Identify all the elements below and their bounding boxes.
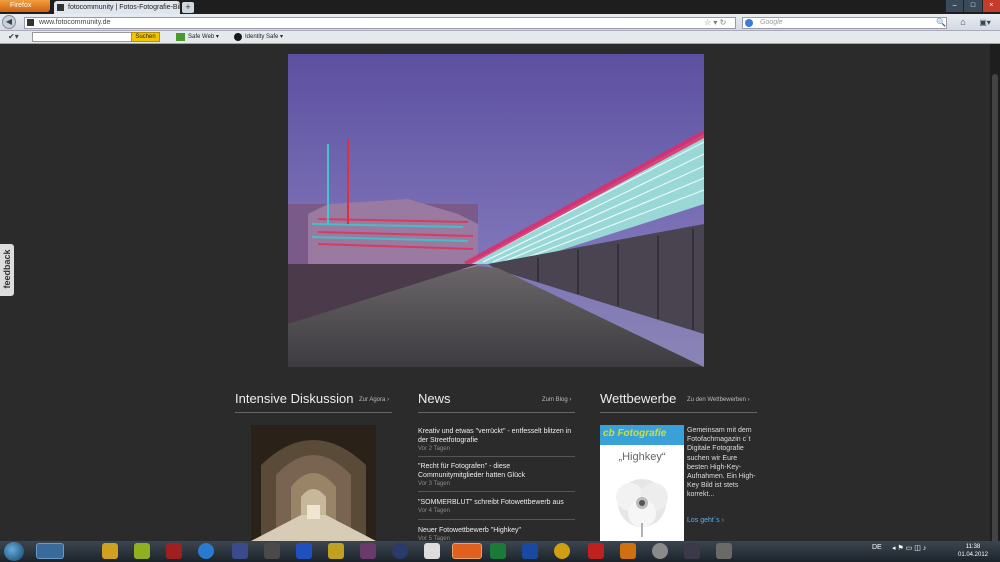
app-icon[interactable] (166, 543, 182, 559)
app-icon[interactable] (264, 543, 280, 559)
app-icon[interactable] (424, 543, 440, 559)
contests-link[interactable]: Zu den Wettbewerben › (687, 397, 750, 403)
app-icon[interactable] (620, 543, 636, 559)
logo-text: Fotografie (617, 428, 667, 439)
close-icon[interactable]: × (981, 0, 1000, 12)
language-indicator[interactable]: DE (872, 544, 882, 551)
app-icon[interactable] (232, 543, 248, 559)
feedback-label: feedback (2, 249, 12, 289)
new-tab-button[interactable]: + (182, 2, 194, 13)
featured-photo[interactable] (288, 54, 704, 367)
agora-link[interactable]: Zur Agora › (359, 397, 389, 403)
globe-icon[interactable] (198, 543, 214, 559)
addon-icon[interactable]: ▣▾ (976, 16, 994, 29)
app-icon[interactable] (554, 543, 570, 559)
chevron-right-icon: › (569, 397, 572, 403)
toolbar-search-button[interactable]: Suchen (131, 32, 160, 42)
clock[interactable]: 11:38 01.04.2012 (956, 543, 990, 559)
news-item[interactable]: "SOMMERBLUT" schreibt Fotowettbewerb aus… (418, 498, 575, 516)
section-title-contests: Wettbewerbe (600, 391, 677, 406)
app-icon[interactable] (328, 543, 344, 559)
site-favicon-icon (27, 19, 34, 26)
checkmark-icon[interactable]: ✔▾ (8, 32, 19, 41)
contests-link-label: Zu den Wettbewerben (687, 397, 746, 403)
logo-prefix: cb (603, 428, 615, 439)
desktop-icon[interactable] (36, 543, 64, 559)
news-item[interactable]: "Recht für Fotografen" - diese Community… (418, 462, 575, 489)
tab-fotocommunity[interactable]: fotocommunity | Fotos-Fotografie-Bilde..… (54, 1, 180, 14)
minimize-icon[interactable]: – (945, 0, 964, 12)
google-icon[interactable] (745, 19, 753, 27)
chevron-right-icon: › (721, 517, 724, 524)
window-controls: – □ × (945, 0, 1000, 12)
agora-link-label: Zur Agora (359, 397, 386, 403)
firefox-icon[interactable] (452, 543, 482, 559)
news-title: "SOMMERBLUT" schreibt Fotowettbewerb aus (418, 499, 564, 506)
contest-image[interactable]: cb Fotografie „Highkey“ (600, 425, 684, 541)
word-icon[interactable] (522, 543, 538, 559)
identity-safe-icon (234, 33, 242, 41)
start-button[interactable] (4, 542, 24, 561)
app-icon[interactable] (360, 543, 376, 559)
scrollbar-thumb[interactable] (992, 74, 998, 544)
contest-start-label: Los geht´s (687, 517, 720, 524)
divider (418, 491, 575, 492)
bookmark-star-icon[interactable]: ☆ ▾ ↻ (704, 17, 726, 29)
chevron-right-icon: › (387, 397, 390, 403)
app-icon[interactable] (134, 543, 150, 559)
search-icon[interactable]: 🔍 (936, 18, 946, 27)
app-icon[interactable] (652, 543, 668, 559)
divider (418, 412, 575, 413)
toolbar-search-input[interactable] (32, 32, 132, 42)
divider (235, 412, 392, 413)
maximize-icon[interactable]: □ (963, 0, 982, 12)
app-icon[interactable] (588, 543, 604, 559)
firefox-menu-button[interactable]: Firefox (0, 0, 50, 12)
identity-safe-menu[interactable]: Identity Safe ▾ (245, 33, 283, 42)
app-icon[interactable] (296, 543, 312, 559)
news-item[interactable]: Kreativ und etwas "verrückt" - entfessel… (418, 427, 575, 454)
blog-link[interactable]: Zum Blog › (542, 397, 571, 403)
contest-caption: „Highkey“ (618, 451, 666, 463)
safe-web-menu[interactable]: Safe Web ▾ (188, 33, 219, 42)
app-icon[interactable] (102, 543, 118, 559)
discussion-photo[interactable] (251, 425, 376, 541)
anaglyph-bridge-photo (288, 54, 704, 367)
safe-web-icon (176, 33, 185, 41)
news-title: Neuer Fotowettbewerb "Highkey" (418, 527, 522, 534)
back-button[interactable]: ◀ (2, 15, 16, 29)
section-title-news: News (418, 391, 451, 406)
news-title: "Recht für Fotografen" - diese Community… (418, 463, 525, 479)
search-input[interactable]: Google (742, 17, 947, 29)
contest-start-link[interactable]: Los geht´s › (687, 517, 724, 524)
blog-link-label: Zum Blog (542, 397, 568, 403)
feedback-tab[interactable]: feedback (0, 244, 14, 296)
app-icon[interactable] (392, 543, 408, 559)
divider (418, 519, 575, 520)
divider (418, 456, 575, 457)
news-date: Vor 4 Tagen (418, 508, 450, 514)
news-date: Vor 3 Tagen (418, 481, 450, 487)
app-icon[interactable] (684, 543, 700, 559)
chevron-right-icon: › (747, 397, 750, 403)
tray-icons[interactable]: ◂ ⚑ ▭ ◫ ♪ (892, 544, 926, 552)
excel-icon[interactable] (490, 543, 506, 559)
section-title-discussion: Intensive Diskussion (235, 391, 354, 406)
clock-time: 11:38 (965, 544, 981, 550)
news-date: Vor 2 Tagen (418, 446, 450, 452)
contest-description: Gemeinsam mit dem Fotofachmagazin c´t Di… (687, 427, 756, 499)
news-title: Kreativ und etwas "verrückt" - entfessel… (418, 428, 572, 444)
clock-date: 01.04.2012 (957, 552, 989, 558)
home-icon[interactable]: ⌂ (956, 16, 970, 29)
contest-logo: cb Fotografie (603, 428, 666, 439)
divider (600, 412, 757, 413)
url-field[interactable]: www.fotocommunity.de (24, 17, 736, 29)
app-icon[interactable] (716, 543, 732, 559)
poppy-flower-image (616, 479, 668, 537)
tab-favicon-icon (57, 4, 64, 11)
arched-tunnel-photo (251, 425, 376, 541)
